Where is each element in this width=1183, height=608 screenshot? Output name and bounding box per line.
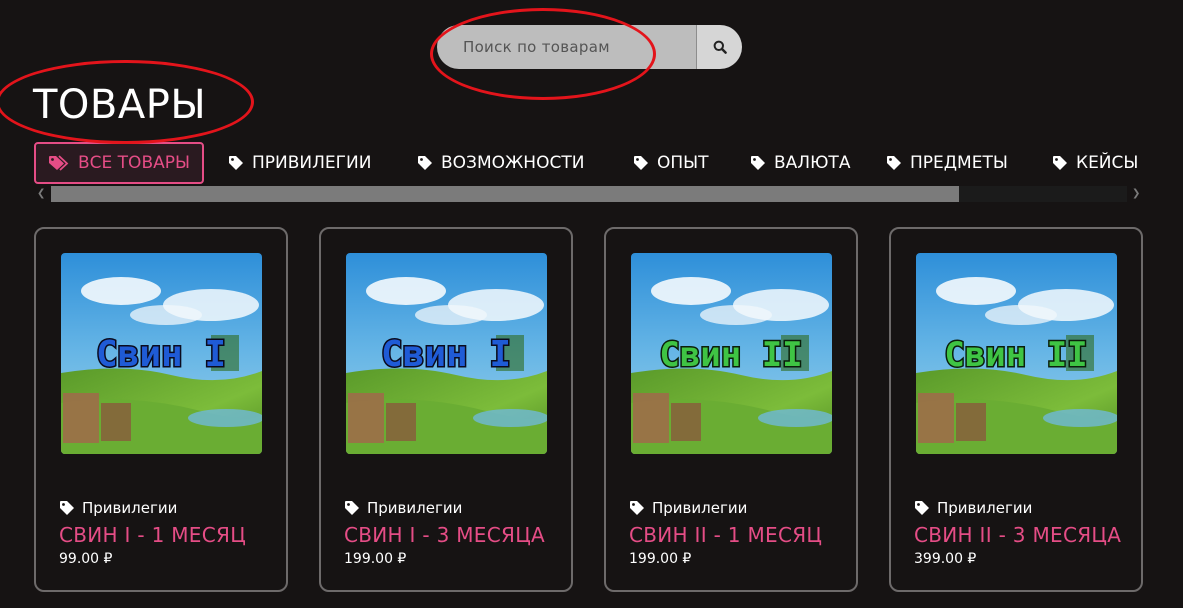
- category-label: Привилегии: [367, 499, 463, 517]
- product-image[interactable]: Свин II: [631, 253, 832, 454]
- tab-items[interactable]: ПРЕДМЕТЫ: [886, 142, 1008, 184]
- product-image[interactable]: Свин I: [346, 253, 547, 454]
- tab-all-products[interactable]: ВСЕ ТОВАРЫ: [34, 142, 204, 184]
- product-name[interactable]: СВИН II - 3 МЕСЯЦА: [914, 523, 1126, 547]
- tab-privileges[interactable]: ПРИВИЛЕГИИ: [228, 142, 371, 184]
- tag-icon: [1052, 155, 1068, 171]
- tags-icon: [48, 155, 70, 171]
- product-image-text: Свин I: [381, 334, 511, 375]
- product-card[interactable]: Свин II Привилегии СВИН II - 1 МЕСЯЦ 199…: [604, 227, 858, 592]
- tab-label: ВАЛЮТА: [774, 153, 851, 173]
- product-card[interactable]: Свин I Привилегии СВИН I - 1 МЕСЯЦ 99.00…: [34, 227, 288, 592]
- product-price: 99.00 ₽: [59, 551, 113, 567]
- product-category: Привилегии: [344, 499, 462, 517]
- product-name[interactable]: СВИН II - 1 МЕСЯЦ: [629, 523, 841, 547]
- scroll-left-arrow-icon[interactable]: ❮: [37, 187, 45, 201]
- tag-icon: [750, 155, 766, 171]
- product-card[interactable]: Свин I Привилегии СВИН I - 3 МЕСЯЦА 199.…: [319, 227, 573, 592]
- tag-icon: [633, 155, 649, 171]
- product-category: Привилегии: [914, 499, 1032, 517]
- search-button[interactable]: [696, 25, 742, 69]
- tag-icon: [228, 155, 244, 171]
- tag-icon: [914, 500, 930, 516]
- search-bar: [437, 25, 742, 69]
- page-title: ТОВАРЫ: [33, 82, 207, 128]
- category-label: Привилегии: [82, 499, 178, 517]
- product-card[interactable]: Свин II Привилегии СВИН II - 3 МЕСЯЦА 39…: [889, 227, 1143, 592]
- category-label: Привилегии: [937, 499, 1033, 517]
- tab-label: ВСЕ ТОВАРЫ: [78, 153, 190, 173]
- tag-icon: [417, 155, 433, 171]
- product-image-text: Свин II: [944, 335, 1087, 375]
- tab-label: ОПЫТ: [657, 153, 709, 173]
- scrollbar-thumb[interactable]: [51, 186, 959, 202]
- tag-icon: [886, 155, 902, 171]
- product-name[interactable]: СВИН I - 3 МЕСЯЦА: [344, 523, 556, 547]
- tab-label: ВОЗМОЖНОСТИ: [441, 153, 585, 173]
- product-image[interactable]: Свин I: [61, 253, 262, 454]
- product-category: Привилегии: [59, 499, 177, 517]
- tag-icon: [344, 500, 360, 516]
- tab-label: ПРИВИЛЕГИИ: [252, 153, 372, 173]
- tabs-scrollbar[interactable]: ❮ ❯: [34, 186, 1144, 202]
- product-price: 199.00 ₽: [344, 551, 407, 567]
- category-tabs: ВСЕ ТОВАРЫ ПРИВИЛЕГИИ ВОЗМОЖНОСТИ ОПЫТ В…: [34, 142, 1164, 184]
- product-price: 199.00 ₽: [629, 551, 692, 567]
- category-label: Привилегии: [652, 499, 748, 517]
- product-image[interactable]: Свин II: [916, 253, 1117, 454]
- search-icon: [713, 40, 727, 54]
- product-name[interactable]: СВИН I - 1 МЕСЯЦ: [59, 523, 271, 547]
- product-category: Привилегии: [629, 499, 747, 517]
- tab-label: КЕЙСЫ: [1076, 153, 1139, 173]
- product-image-text: Свин II: [659, 335, 802, 375]
- product-image-text: Свин I: [96, 334, 226, 375]
- tag-icon: [59, 500, 75, 516]
- tab-cases[interactable]: КЕЙСЫ: [1052, 142, 1138, 184]
- tab-features[interactable]: ВОЗМОЖНОСТИ: [417, 142, 584, 184]
- product-price: 399.00 ₽: [914, 551, 977, 567]
- search-input[interactable]: [437, 25, 696, 69]
- tab-label: ПРЕДМЕТЫ: [910, 153, 1008, 173]
- tag-icon: [629, 500, 645, 516]
- scroll-right-arrow-icon[interactable]: ❯: [1132, 187, 1140, 201]
- tab-currency[interactable]: ВАЛЮТА: [750, 142, 850, 184]
- tab-experience[interactable]: ОПЫТ: [633, 142, 709, 184]
